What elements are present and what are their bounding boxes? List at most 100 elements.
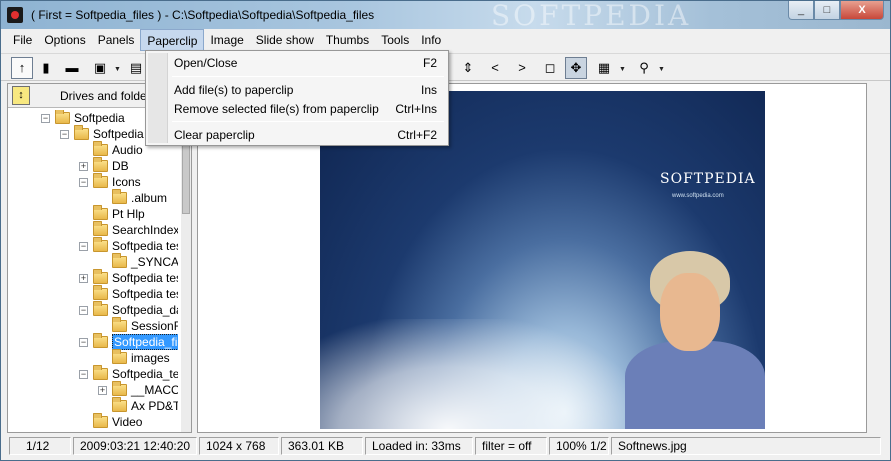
menu-file[interactable]: File	[7, 29, 38, 51]
thumbs-button[interactable]: ▤	[125, 57, 147, 79]
folder-icon	[112, 317, 127, 332]
tree-item[interactable]: Pt Hlp	[79, 205, 145, 222]
tree-item[interactable]: .album	[98, 189, 167, 206]
tree-item[interactable]: − Softpedia	[60, 125, 144, 142]
menu-info[interactable]: Info	[415, 29, 447, 51]
tree-item-label: Softpedia_files	[112, 334, 178, 350]
tree-item-label: __MACOSX	[131, 383, 178, 397]
folder-tree: − Softpedia − Softpedia Audio + DB − Icons .album…	[8, 110, 178, 432]
up-folder-button[interactable]: ↑	[11, 57, 33, 79]
status-size: 363.01 KB	[281, 437, 363, 455]
menu-open-close-shortcut: F2	[422, 56, 437, 70]
collapse-icon[interactable]: −	[79, 241, 88, 251]
drives-label[interactable]: Drives and folders	[60, 89, 157, 103]
zoom-dropdown-icon[interactable]: ▼	[658, 66, 665, 73]
close-button[interactable]: X	[840, 1, 884, 20]
tree-item[interactable]: Video	[79, 413, 143, 430]
menu-image[interactable]: Image	[204, 29, 249, 51]
menu-open-close[interactable]: Open/Close F2	[172, 53, 446, 73]
tree-item[interactable]: − Softpedia_data	[79, 301, 178, 318]
tree-item[interactable]: images	[98, 349, 170, 366]
image-person-body	[625, 341, 765, 429]
status-loaded: Loaded in: 33ms	[365, 437, 473, 455]
menu-slide-show[interactable]: Slide show	[250, 29, 320, 51]
drive-button[interactable]: ▮	[35, 57, 57, 79]
collapse-icon[interactable]: −	[79, 177, 88, 187]
tree-item[interactable]: SearchIndex	[79, 221, 178, 238]
folder-icon	[93, 173, 108, 188]
collapse-icon[interactable]: −	[79, 369, 88, 379]
tree-item-label: Ax PD&T2	[131, 399, 178, 413]
menu-clear-paperclip-label: Clear paperclip	[174, 128, 255, 142]
expand-icon[interactable]: +	[79, 273, 88, 283]
collapse-icon[interactable]: −	[60, 129, 69, 139]
photo-button[interactable]: ▣	[89, 57, 111, 79]
folder-icon	[93, 221, 108, 236]
filmstrip-button[interactable]: ▦	[593, 57, 615, 79]
tree-item[interactable]: Audio	[79, 141, 143, 158]
tree-item[interactable]: − Softpedia	[41, 110, 125, 126]
tree-item[interactable]: Ax PD&T2	[98, 397, 178, 414]
menu-panels[interactable]: Panels	[92, 29, 141, 51]
menu-options[interactable]: Options	[38, 29, 91, 51]
collapse-icon[interactable]: −	[79, 337, 88, 347]
status-index: 1/12	[9, 437, 71, 455]
tree-item-label: Softpedia test	[112, 239, 178, 253]
folder-icon	[93, 413, 108, 428]
menu-paperclip[interactable]: Paperclip	[140, 29, 205, 51]
status-date: 2009:03:21 12:40:20	[73, 437, 197, 455]
tree-item[interactable]: − Icons	[79, 173, 141, 190]
app-icon[interactable]	[7, 7, 23, 23]
expand-icon[interactable]: +	[79, 161, 88, 171]
tree-item[interactable]: + __MACOSX	[98, 381, 178, 398]
tree-item-label: DB	[112, 159, 129, 173]
print-button[interactable]: ▬	[61, 57, 83, 79]
menu-bar: File Options Panels Paperclip Image Slid…	[1, 29, 890, 51]
tree-item-label: Video	[112, 415, 143, 429]
minimize-button[interactable]: _	[788, 1, 814, 20]
drives-toggle-icon[interactable]: ↕	[12, 86, 30, 105]
menu-thumbs[interactable]: Thumbs	[320, 29, 375, 51]
menu-add-files-shortcut: Ins	[420, 83, 437, 97]
collapse-icon[interactable]: −	[41, 113, 50, 123]
menu-add-files[interactable]: Add file(s) to paperclip Ins	[172, 80, 446, 100]
folder-icon	[55, 110, 70, 124]
viewer-scrollbar[interactable]	[869, 83, 883, 433]
fit-window-button[interactable]: ✥	[565, 57, 587, 79]
previous-button[interactable]: <	[484, 57, 506, 79]
zoom-button[interactable]: ⚲	[633, 57, 655, 79]
tree-item-label: _SYNCAPP	[131, 255, 178, 269]
paperclip-menu: Open/Close F2 Add file(s) to paperclip I…	[145, 50, 449, 146]
collapse-icon[interactable]: −	[79, 305, 88, 315]
tree-item[interactable]: − Softpedia_test	[79, 365, 178, 382]
tree-item[interactable]: − Softpedia_files	[79, 333, 178, 350]
tree-item[interactable]: _SYNCAPP	[98, 253, 178, 270]
next-button[interactable]: >	[511, 57, 533, 79]
tree-item-label: Softpedia	[93, 127, 144, 141]
filmstrip-dropdown-icon[interactable]: ▼	[619, 66, 626, 73]
maximize-button[interactable]: □	[814, 1, 840, 20]
title-bar[interactable]: ( First = Softpedia_files ) - C:\Softped…	[1, 0, 890, 32]
menu-remove-files-label: Remove selected file(s) from paperclip	[174, 102, 379, 116]
tree-item-label: Softpedia_test	[112, 367, 178, 381]
full-size-button[interactable]: ◻	[539, 57, 561, 79]
photo-dropdown-icon[interactable]: ▼	[114, 66, 121, 73]
image-logo-text: SOFTPEDIA	[660, 171, 756, 187]
folder-icon	[74, 125, 89, 140]
menu-tools[interactable]: Tools	[375, 29, 415, 51]
tree-item[interactable]: + DB	[79, 157, 129, 174]
tree-item[interactable]: SessionFiles	[98, 317, 178, 334]
tree-scrollbar[interactable]	[181, 110, 191, 432]
tree-item[interactable]: Softpedia test	[79, 285, 178, 302]
folder-icon	[93, 269, 108, 284]
tree-item[interactable]: + Softpedia test	[79, 269, 178, 286]
fit-vertical-button[interactable]: ⇕	[457, 57, 479, 79]
image-person	[620, 251, 765, 429]
status-filename: Softnews.jpg	[611, 437, 881, 455]
folder-icon	[112, 189, 127, 204]
app-window: ( First = Softpedia_files ) - C:\Softped…	[0, 0, 891, 461]
menu-clear-paperclip[interactable]: Clear paperclip Ctrl+F2	[172, 125, 446, 145]
tree-item[interactable]: − Softpedia test	[79, 237, 178, 254]
menu-remove-files[interactable]: Remove selected file(s) from paperclip C…	[172, 99, 446, 119]
expand-icon[interactable]: +	[98, 385, 107, 395]
